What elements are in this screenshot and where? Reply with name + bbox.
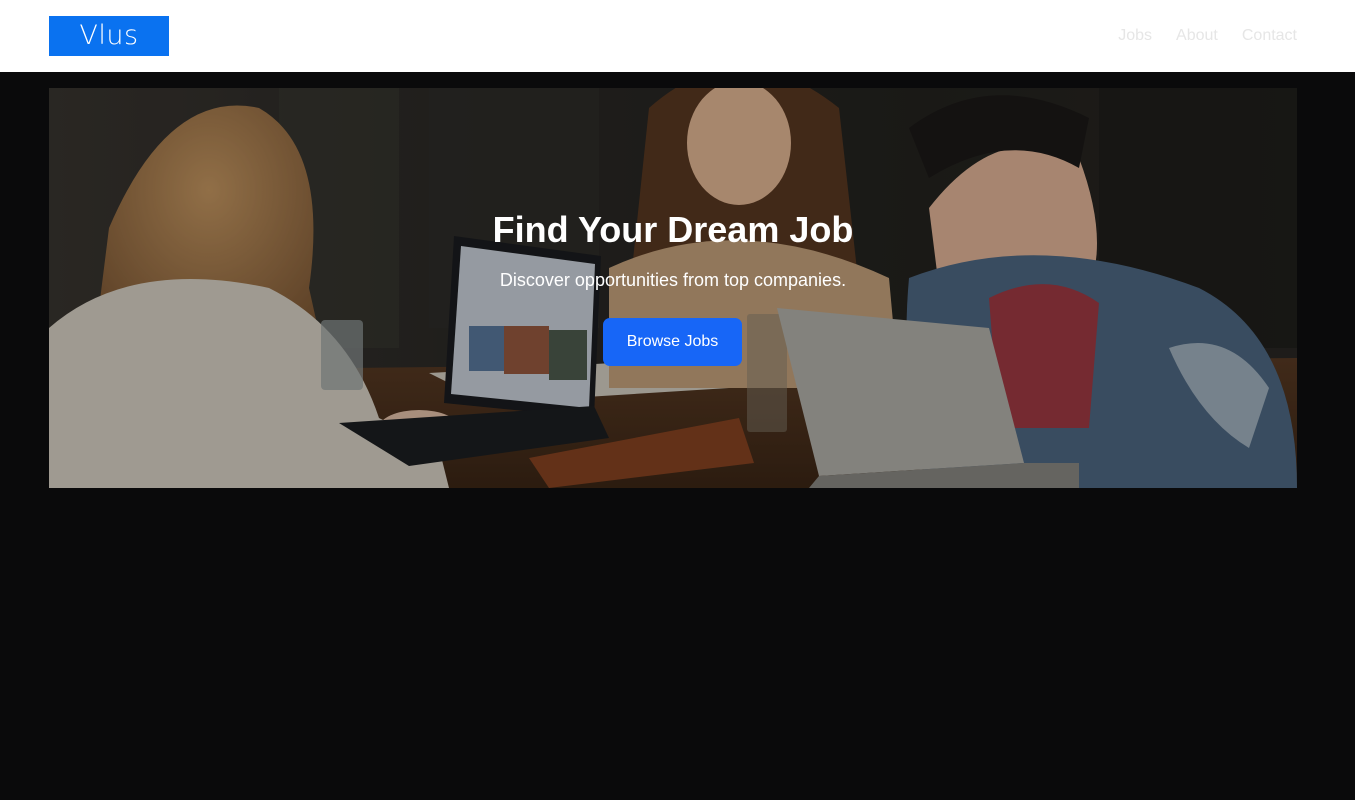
hero-banner: Find Your Dream Job Discover opportuniti… <box>49 88 1297 488</box>
hero-content: Find Your Dream Job Discover opportuniti… <box>49 88 1297 488</box>
nav-link-contact[interactable]: Contact <box>1242 26 1297 46</box>
nav-link-jobs[interactable]: Jobs <box>1118 26 1152 46</box>
hero-title: Find Your Dream Job <box>492 209 854 250</box>
top-navbar: Vlus Jobs About Contact <box>0 0 1355 72</box>
brand-logo-text: Vlus <box>79 19 139 51</box>
nav-link-about[interactable]: About <box>1176 26 1218 46</box>
hero-subtitle: Discover opportunities from top companie… <box>499 270 847 290</box>
brand-logo[interactable]: Vlus <box>49 16 169 56</box>
browse-jobs-button[interactable]: Browse Jobs <box>603 318 742 366</box>
main-nav: Jobs About Contact <box>1118 26 1297 46</box>
